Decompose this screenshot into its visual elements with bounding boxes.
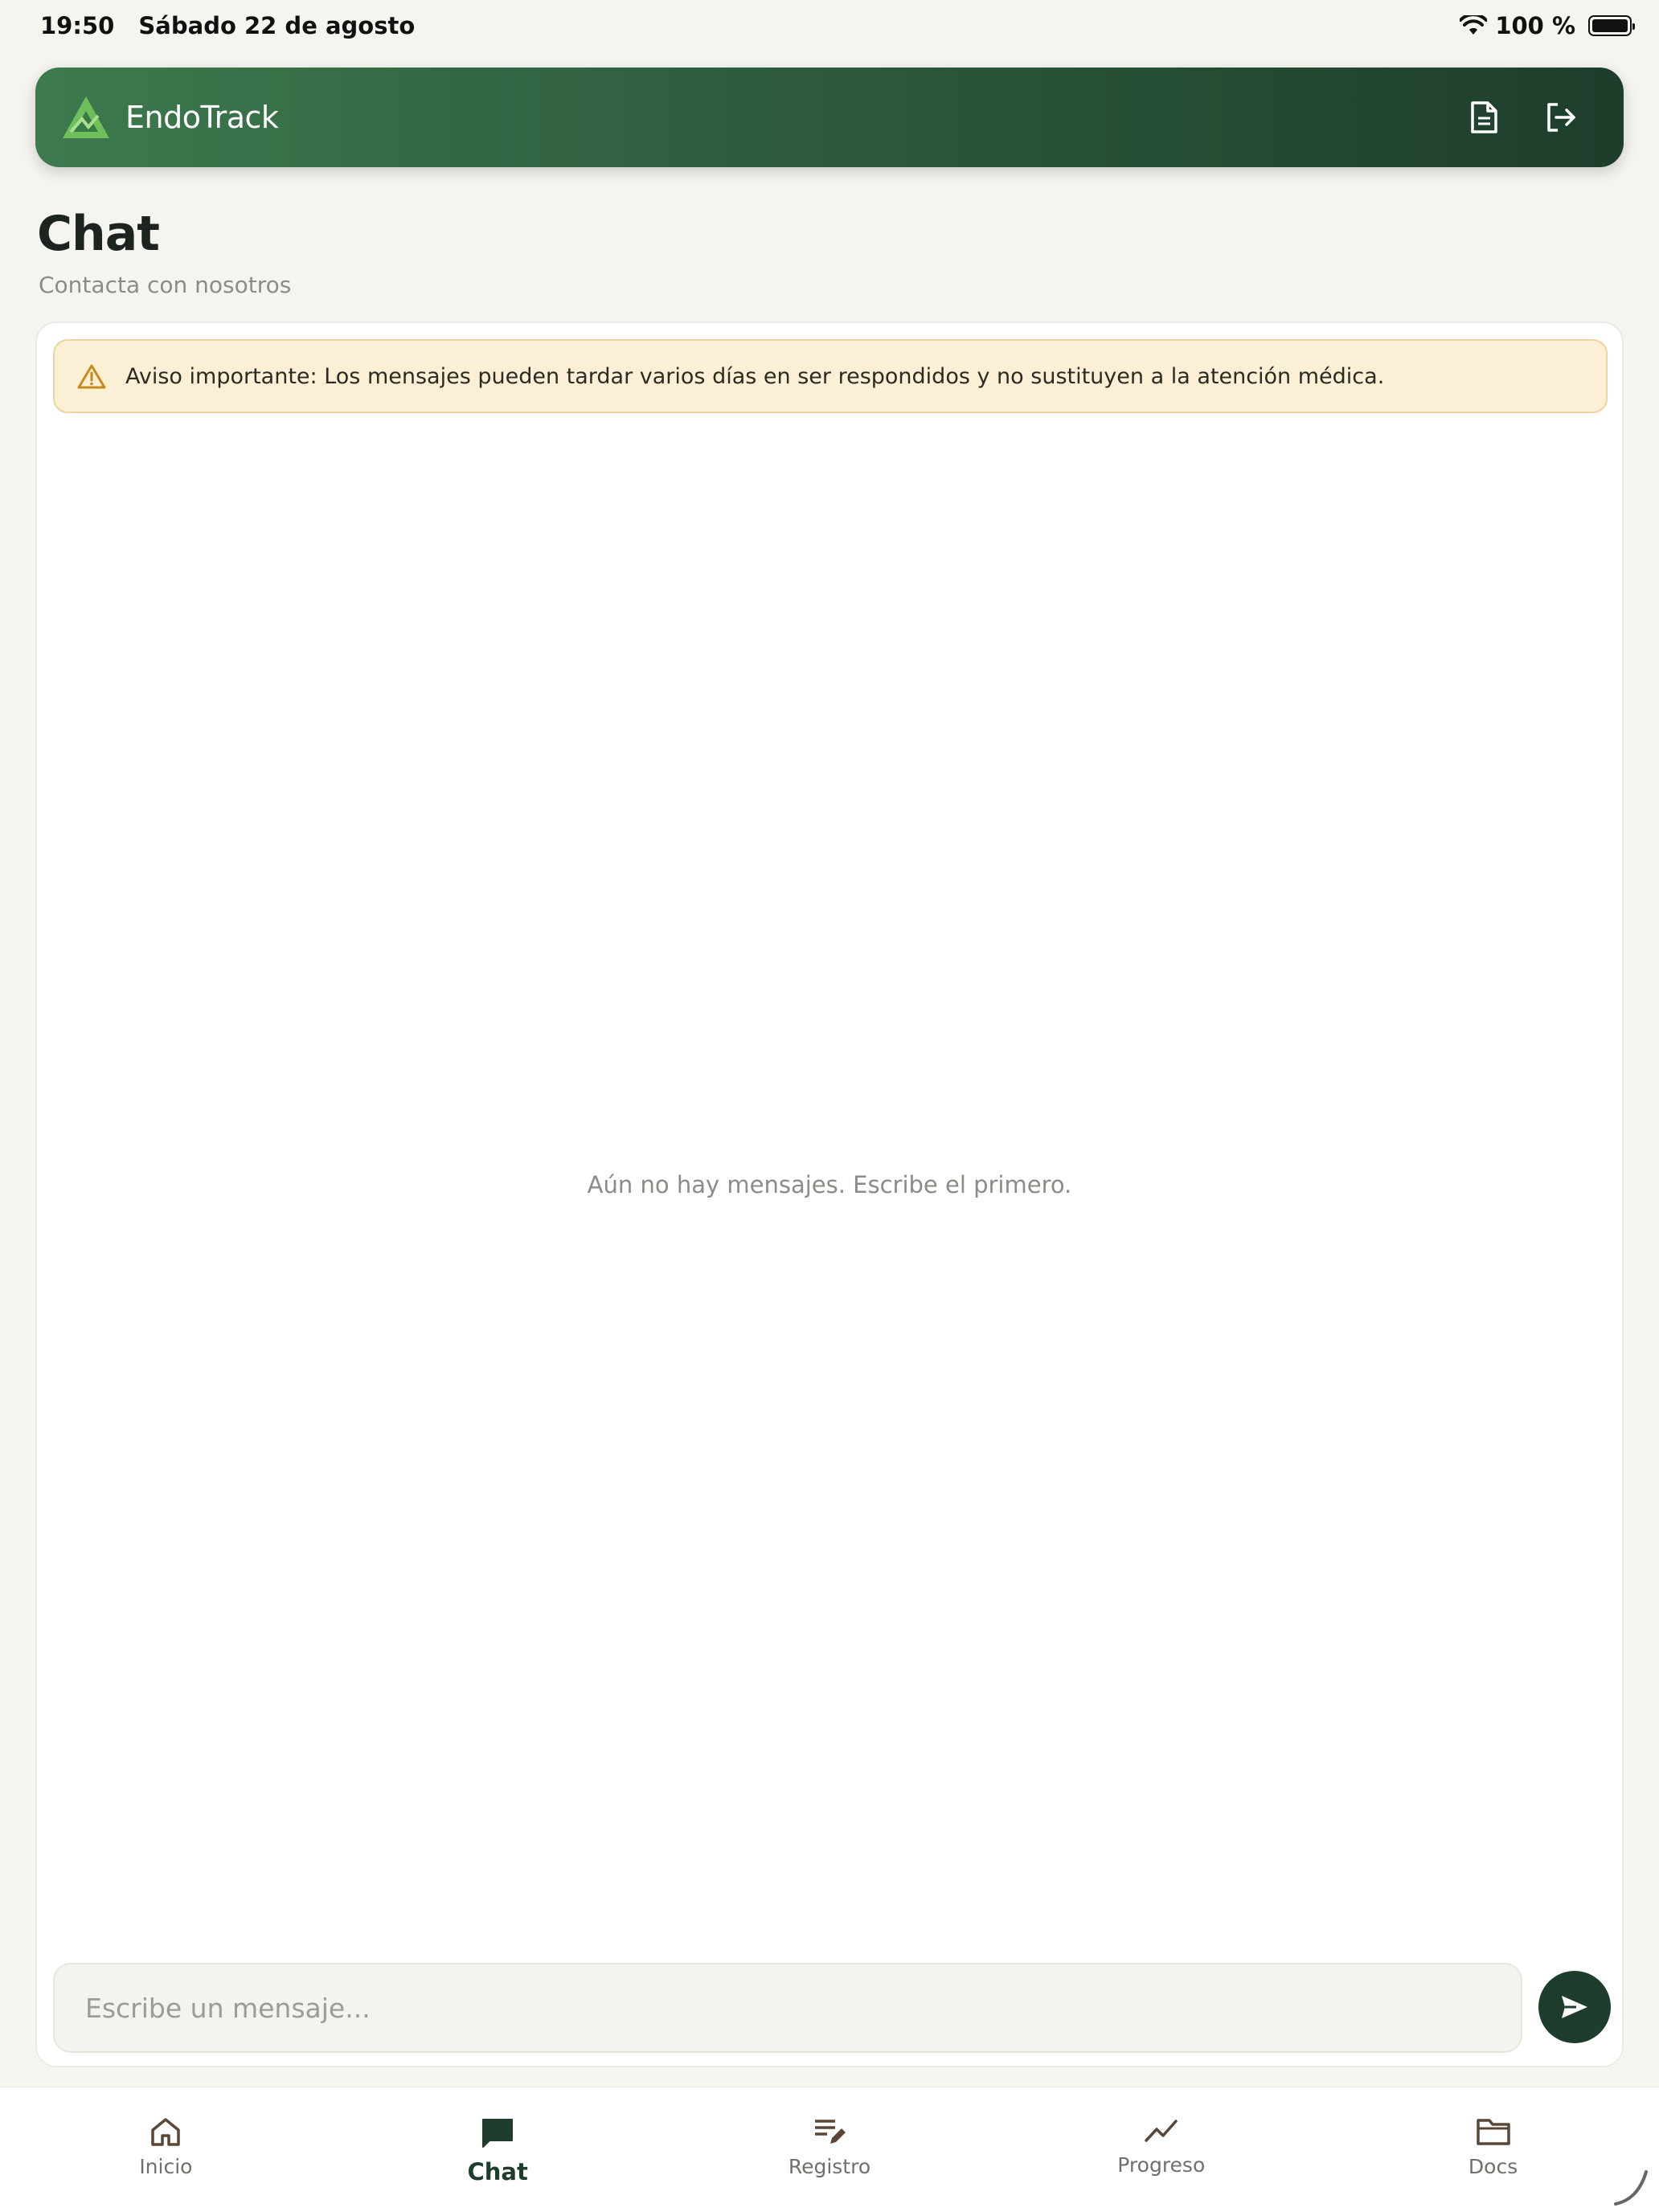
wifi-icon	[1460, 15, 1488, 35]
status-right: 100 %	[1460, 12, 1635, 39]
empty-state-message: Aún no hay mensajes. Escribe el primero.	[587, 1171, 1072, 1198]
battery-icon	[1588, 15, 1635, 36]
resize-handle-icon	[1614, 2170, 1648, 2206]
nav-item-inicio[interactable]: Inicio	[0, 2087, 332, 2212]
bottom-nav: Inicio Chat Registro Progreso Docs	[0, 2087, 1659, 2212]
nav-label: Docs	[1468, 2155, 1518, 2178]
chat-icon	[482, 2119, 514, 2148]
status-time: 19:50	[40, 12, 115, 39]
send-icon	[1562, 1996, 1587, 2018]
trend-icon	[1145, 2120, 1178, 2142]
nav-item-progreso[interactable]: Progreso	[995, 2087, 1327, 2212]
send-button[interactable]	[1538, 1971, 1611, 2043]
app-name: EndoTrack	[125, 100, 279, 135]
brand: EndoTrack	[61, 95, 279, 140]
warning-icon	[77, 364, 106, 389]
document-button[interactable]	[1463, 96, 1505, 138]
status-bar: 19:50 Sábado 22 de agosto 100 %	[0, 0, 1659, 51]
document-icon	[1471, 101, 1497, 133]
nav-label: Chat	[467, 2158, 528, 2185]
status-date: Sábado 22 de agosto	[138, 12, 416, 39]
nav-label: Inicio	[139, 2155, 193, 2178]
warning-notice: Aviso importante: Los mensajes pueden ta…	[53, 339, 1608, 413]
page-title: Chat	[37, 206, 160, 262]
home-icon	[151, 2118, 181, 2146]
logout-button[interactable]	[1540, 96, 1582, 138]
status-left: 19:50 Sábado 22 de agosto	[40, 12, 431, 39]
folder-icon	[1476, 2119, 1510, 2145]
battery-percent: 100 %	[1495, 12, 1575, 39]
message-composer	[53, 1963, 1522, 2053]
nav-label: Registro	[788, 2155, 871, 2178]
page-subtitle: Contacta con nosotros	[39, 272, 292, 298]
nav-item-registro[interactable]: Registro	[664, 2087, 996, 2212]
chat-panel: Aviso importante: Los mensajes pueden ta…	[35, 322, 1624, 2067]
logout-icon	[1547, 103, 1575, 132]
edit-list-icon	[814, 2120, 846, 2144]
nav-item-chat[interactable]: Chat	[332, 2087, 664, 2212]
logo-icon	[63, 96, 109, 138]
nav-item-docs[interactable]: Docs	[1327, 2087, 1659, 2212]
header-actions	[1463, 96, 1582, 138]
nav-label: Progreso	[1117, 2153, 1206, 2177]
message-input[interactable]	[85, 1992, 1490, 2024]
notice-text: Aviso importante: Los mensajes pueden ta…	[125, 363, 1385, 389]
app-header: EndoTrack	[35, 68, 1624, 167]
